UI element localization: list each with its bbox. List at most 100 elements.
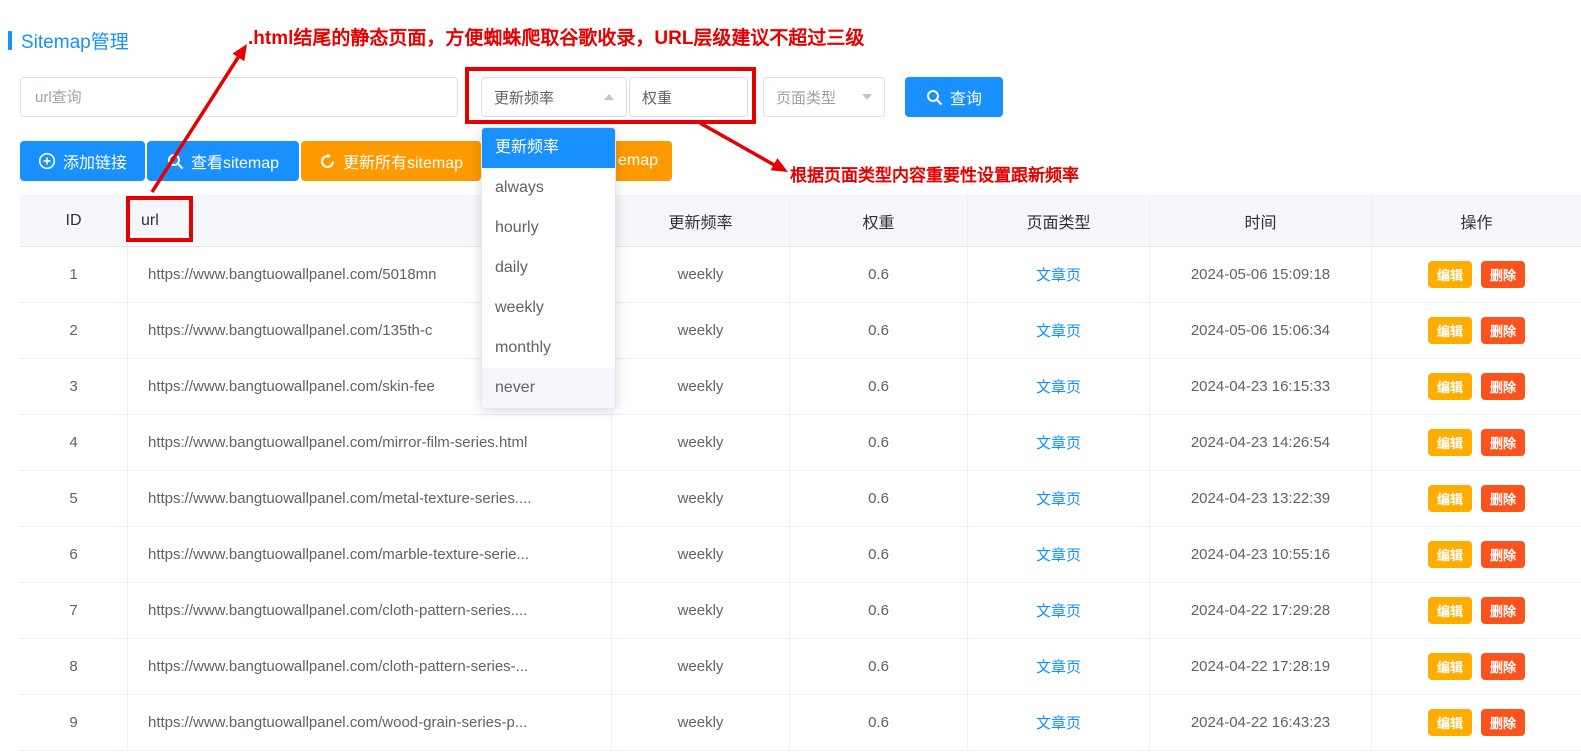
- row-actions: 编辑删除: [1372, 303, 1581, 358]
- edit-button[interactable]: 编辑: [1428, 541, 1472, 568]
- page-type-link[interactable]: 文章页: [1036, 432, 1081, 453]
- frequency-select-value: 更新频率: [494, 87, 554, 108]
- page-type-link[interactable]: 文章页: [1036, 264, 1081, 285]
- query-button[interactable]: 查询: [905, 77, 1003, 117]
- edit-button[interactable]: 编辑: [1428, 485, 1472, 512]
- table-row: 8https://www.bangtuowallpanel.com/cloth-…: [20, 639, 1581, 695]
- page-type-link[interactable]: 文章页: [1036, 712, 1081, 733]
- search-icon: [926, 89, 943, 106]
- row-time: 2024-04-22 17:28:19: [1150, 639, 1372, 694]
- annotation-note-right: 根据页面类型内容重要性设置跟新频率: [790, 161, 1079, 186]
- row-frequency: weekly: [612, 303, 790, 358]
- weight-select[interactable]: 权重: [629, 77, 748, 117]
- table-row: 9https://www.bangtuowallpanel.com/wood-g…: [20, 695, 1581, 751]
- view-sitemap-button[interactable]: 查看sitemap: [147, 141, 299, 181]
- row-page-type-cell: 文章页: [968, 695, 1150, 750]
- delete-button[interactable]: 删除: [1481, 653, 1525, 680]
- page-type-link[interactable]: 文章页: [1036, 600, 1081, 621]
- row-id: 1: [20, 247, 128, 302]
- row-url: https://www.bangtuowallpanel.com/metal-t…: [128, 471, 612, 526]
- dropdown-option-never[interactable]: never: [482, 368, 615, 408]
- row-frequency: weekly: [612, 247, 790, 302]
- row-id: 6: [20, 527, 128, 582]
- add-link-button[interactable]: 添加链接: [20, 141, 145, 181]
- dropdown-option-hourly[interactable]: hourly: [482, 208, 615, 248]
- row-weight: 0.6: [790, 583, 968, 638]
- plus-circle-icon: [38, 152, 56, 170]
- row-page-type-cell: 文章页: [968, 471, 1150, 526]
- dropdown-option-更新频率[interactable]: 更新频率: [482, 128, 615, 168]
- page-type-link[interactable]: 文章页: [1036, 544, 1081, 565]
- edit-button[interactable]: 编辑: [1428, 429, 1472, 456]
- table-row: 5https://www.bangtuowallpanel.com/metal-…: [20, 471, 1581, 527]
- row-id: 2: [20, 303, 128, 358]
- row-weight: 0.6: [790, 359, 968, 414]
- page-type-link[interactable]: 文章页: [1036, 376, 1081, 397]
- row-actions: 编辑删除: [1372, 415, 1581, 470]
- delete-button[interactable]: 删除: [1481, 709, 1525, 736]
- page-type-link[interactable]: 文章页: [1036, 320, 1081, 341]
- dropdown-option-monthly[interactable]: monthly: [482, 328, 615, 368]
- row-time: 2024-05-06 15:06:34: [1150, 303, 1372, 358]
- delete-button[interactable]: 删除: [1481, 373, 1525, 400]
- annotation-note-top: .html结尾的静态页面，方便蜘蛛爬取谷歌收录，URL层级建议不超过三级: [248, 23, 864, 50]
- delete-button[interactable]: 删除: [1481, 261, 1525, 288]
- row-id: 7: [20, 583, 128, 638]
- row-page-type-cell: 文章页: [968, 583, 1150, 638]
- page-type-select[interactable]: 页面类型: [763, 77, 885, 117]
- row-page-type-cell: 文章页: [968, 247, 1150, 302]
- row-weight: 0.6: [790, 303, 968, 358]
- row-actions: 编辑删除: [1372, 359, 1581, 414]
- dropdown-option-weekly[interactable]: weekly: [482, 288, 615, 328]
- row-weight: 0.6: [790, 695, 968, 750]
- row-time: 2024-04-22 16:43:23: [1150, 695, 1372, 750]
- page-type-select-value: 页面类型: [776, 87, 836, 108]
- row-time: 2024-04-23 16:15:33: [1150, 359, 1372, 414]
- row-weight: 0.6: [790, 471, 968, 526]
- page-header: Sitemap管理: [8, 27, 129, 54]
- update-all-sitemap-button[interactable]: 更新所有sitemap: [301, 141, 481, 181]
- query-button-label: 查询: [950, 85, 982, 109]
- delete-button[interactable]: 删除: [1481, 317, 1525, 344]
- delete-button[interactable]: 删除: [1481, 541, 1525, 568]
- row-time: 2024-04-23 10:55:16: [1150, 527, 1372, 582]
- url-search-input[interactable]: [20, 77, 458, 117]
- row-id: 3: [20, 359, 128, 414]
- row-url: https://www.bangtuowallpanel.com/wood-gr…: [128, 695, 612, 750]
- row-frequency: weekly: [612, 527, 790, 582]
- page-type-link[interactable]: 文章页: [1036, 488, 1081, 509]
- row-url: https://www.bangtuowallpanel.com/cloth-p…: [128, 583, 612, 638]
- row-frequency: weekly: [612, 639, 790, 694]
- edit-button[interactable]: 编辑: [1428, 317, 1472, 344]
- row-page-type-cell: 文章页: [968, 359, 1150, 414]
- delete-button[interactable]: 删除: [1481, 429, 1525, 456]
- row-frequency: weekly: [612, 359, 790, 414]
- dropdown-option-daily[interactable]: daily: [482, 248, 615, 288]
- table-row: 1https://www.bangtuowallpanel.com/5018mn…: [20, 247, 1581, 303]
- edit-button[interactable]: 编辑: [1428, 709, 1472, 736]
- edit-button[interactable]: 编辑: [1428, 373, 1472, 400]
- row-id: 8: [20, 639, 128, 694]
- refresh-icon: [319, 153, 336, 170]
- dropdown-option-always[interactable]: always: [482, 168, 615, 208]
- table-row: 6https://www.bangtuowallpanel.com/marble…: [20, 527, 1581, 583]
- partial-button-visible-label: emap: [618, 152, 658, 170]
- frequency-dropdown: 更新频率alwayshourlydailyweeklymonthlynever: [481, 127, 616, 409]
- row-weight: 0.6: [790, 247, 968, 302]
- frequency-select[interactable]: 更新频率: [481, 77, 627, 117]
- edit-button[interactable]: 编辑: [1428, 261, 1472, 288]
- delete-button[interactable]: 删除: [1481, 597, 1525, 624]
- column-header-7: 操作: [1372, 195, 1581, 246]
- row-weight: 0.6: [790, 639, 968, 694]
- edit-button[interactable]: 编辑: [1428, 653, 1472, 680]
- row-weight: 0.6: [790, 415, 968, 470]
- edit-button[interactable]: 编辑: [1428, 597, 1472, 624]
- row-time: 2024-05-06 15:09:18: [1150, 247, 1372, 302]
- row-page-type-cell: 文章页: [968, 527, 1150, 582]
- update-all-sitemap-label: 更新所有sitemap: [343, 149, 463, 173]
- row-actions: 编辑删除: [1372, 471, 1581, 526]
- page-type-link[interactable]: 文章页: [1036, 656, 1081, 677]
- row-url: https://www.bangtuowallpanel.com/cloth-p…: [128, 639, 612, 694]
- delete-button[interactable]: 删除: [1481, 485, 1525, 512]
- table-row: 7https://www.bangtuowallpanel.com/cloth-…: [20, 583, 1581, 639]
